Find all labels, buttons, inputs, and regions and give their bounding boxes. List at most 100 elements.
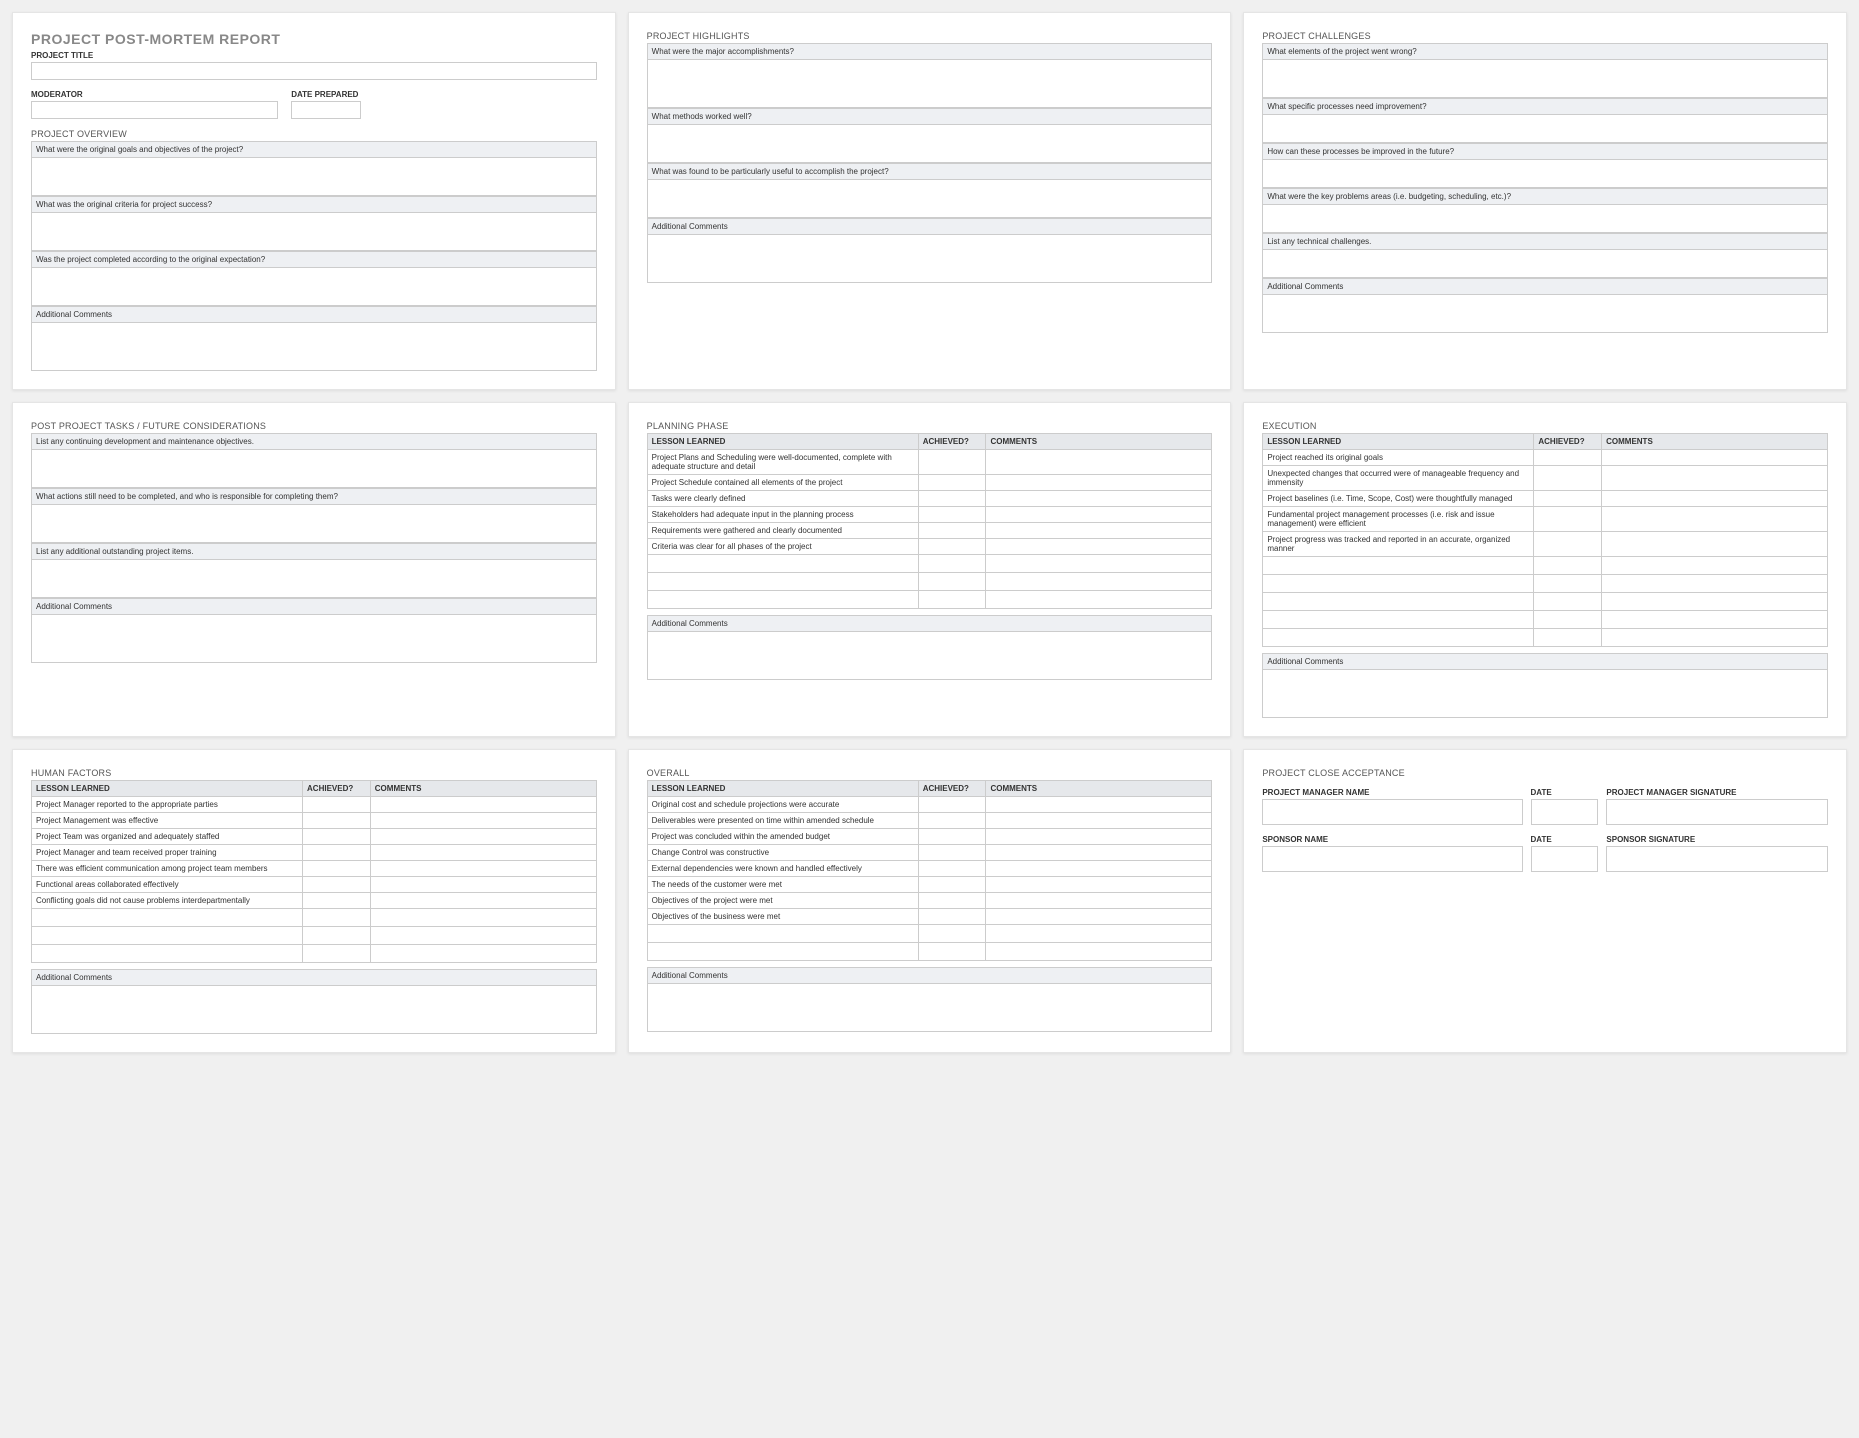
cell-comments[interactable] [1602, 507, 1828, 532]
cell-achieved[interactable] [918, 813, 986, 829]
cell-blank[interactable] [918, 925, 986, 943]
postproject-q3-answer[interactable] [31, 560, 597, 598]
challenges-q1-answer[interactable] [1262, 60, 1828, 98]
cell-blank[interactable] [647, 591, 918, 609]
input-pm-sig[interactable] [1606, 799, 1828, 825]
cell-comments[interactable] [986, 861, 1212, 877]
cell-achieved[interactable] [303, 845, 371, 861]
cell-blank[interactable] [918, 555, 986, 573]
input-pm-name[interactable] [1262, 799, 1522, 825]
cell-blank[interactable] [647, 943, 918, 961]
cell-blank[interactable] [1602, 611, 1828, 629]
challenges-q2-answer[interactable] [1262, 115, 1828, 143]
cell-comments[interactable] [370, 829, 596, 845]
cell-blank[interactable] [918, 943, 986, 961]
cell-achieved[interactable] [918, 539, 986, 555]
cell-blank[interactable] [1602, 629, 1828, 647]
cell-comments[interactable] [986, 539, 1212, 555]
cell-comments[interactable] [986, 797, 1212, 813]
challenges-comments[interactable] [1262, 295, 1828, 333]
cell-comments[interactable] [986, 909, 1212, 925]
input-sponsor-sig[interactable] [1606, 846, 1828, 872]
cell-blank[interactable] [1534, 557, 1602, 575]
cell-comments[interactable] [370, 813, 596, 829]
cell-achieved[interactable] [918, 893, 986, 909]
overview-q2-answer[interactable] [31, 213, 597, 251]
cell-comments[interactable] [986, 523, 1212, 539]
cell-comments[interactable] [1602, 491, 1828, 507]
cell-achieved[interactable] [1534, 507, 1602, 532]
cell-blank[interactable] [986, 573, 1212, 591]
cell-achieved[interactable] [918, 861, 986, 877]
cell-achieved[interactable] [1534, 491, 1602, 507]
cell-comments[interactable] [370, 797, 596, 813]
cell-blank[interactable] [370, 927, 596, 945]
input-moderator[interactable] [31, 101, 278, 119]
cell-blank[interactable] [1602, 593, 1828, 611]
cell-blank[interactable] [1534, 611, 1602, 629]
cell-blank[interactable] [1263, 611, 1534, 629]
cell-comments[interactable] [1602, 466, 1828, 491]
cell-achieved[interactable] [1534, 450, 1602, 466]
cell-blank[interactable] [32, 909, 303, 927]
cell-achieved[interactable] [918, 475, 986, 491]
cell-blank[interactable] [303, 927, 371, 945]
cell-blank[interactable] [986, 591, 1212, 609]
cell-achieved[interactable] [303, 813, 371, 829]
cell-blank[interactable] [1263, 629, 1534, 647]
cell-blank[interactable] [1263, 557, 1534, 575]
overview-q3-answer[interactable] [31, 268, 597, 306]
postproject-comments[interactable] [31, 615, 597, 663]
cell-blank[interactable] [1534, 575, 1602, 593]
cell-blank[interactable] [647, 925, 918, 943]
cell-achieved[interactable] [918, 909, 986, 925]
cell-blank[interactable] [1263, 575, 1534, 593]
cell-comments[interactable] [1602, 450, 1828, 466]
input-project-title[interactable] [31, 62, 597, 80]
execution-comments[interactable] [1262, 670, 1828, 718]
cell-blank[interactable] [986, 555, 1212, 573]
cell-achieved[interactable] [303, 893, 371, 909]
cell-comments[interactable] [986, 813, 1212, 829]
cell-achieved[interactable] [303, 829, 371, 845]
planning-comments[interactable] [647, 632, 1213, 680]
cell-achieved[interactable] [1534, 466, 1602, 491]
cell-blank[interactable] [918, 591, 986, 609]
highlights-comments[interactable] [647, 235, 1213, 283]
cell-comments[interactable] [986, 877, 1212, 893]
cell-achieved[interactable] [918, 450, 986, 475]
input-date-prepared[interactable] [291, 101, 361, 119]
cell-comments[interactable] [370, 877, 596, 893]
cell-achieved[interactable] [918, 829, 986, 845]
input-sponsor-name[interactable] [1262, 846, 1522, 872]
cell-blank[interactable] [986, 925, 1212, 943]
cell-blank[interactable] [1534, 593, 1602, 611]
overview-q1-answer[interactable] [31, 158, 597, 196]
challenges-q5-answer[interactable] [1262, 250, 1828, 278]
cell-blank[interactable] [1534, 629, 1602, 647]
cell-comments[interactable] [986, 507, 1212, 523]
cell-achieved[interactable] [1534, 532, 1602, 557]
highlights-q3-answer[interactable] [647, 180, 1213, 218]
cell-blank[interactable] [647, 573, 918, 591]
cell-blank[interactable] [986, 943, 1212, 961]
cell-achieved[interactable] [918, 797, 986, 813]
cell-comments[interactable] [986, 845, 1212, 861]
challenges-q3-answer[interactable] [1262, 160, 1828, 188]
highlights-q2-answer[interactable] [647, 125, 1213, 163]
cell-comments[interactable] [986, 893, 1212, 909]
cell-achieved[interactable] [303, 797, 371, 813]
cell-comments[interactable] [370, 861, 596, 877]
cell-comments[interactable] [1602, 532, 1828, 557]
cell-achieved[interactable] [918, 523, 986, 539]
cell-blank[interactable] [370, 909, 596, 927]
highlights-q1-answer[interactable] [647, 60, 1213, 108]
cell-achieved[interactable] [918, 491, 986, 507]
cell-achieved[interactable] [918, 845, 986, 861]
cell-blank[interactable] [32, 945, 303, 963]
cell-achieved[interactable] [303, 877, 371, 893]
input-sponsor-date[interactable] [1531, 846, 1599, 872]
cell-blank[interactable] [918, 573, 986, 591]
postproject-q2-answer[interactable] [31, 505, 597, 543]
overall-comments[interactable] [647, 984, 1213, 1032]
